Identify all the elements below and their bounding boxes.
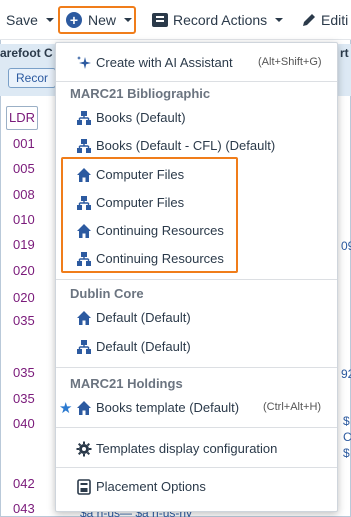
new-label: New <box>88 12 117 28</box>
menu-item-books-default[interactable]: Books (Default) <box>56 105 337 131</box>
chevron-down-icon <box>124 18 133 22</box>
plus-circle-icon: + <box>66 12 82 28</box>
shortcut-hint: (Ctrl+Alt+H) <box>263 401 322 413</box>
field-value-fragment: $ <box>343 446 350 460</box>
field-tag[interactable]: 020 <box>13 263 35 278</box>
field-tag[interactable]: 042 <box>13 476 35 491</box>
gear-icon <box>76 441 92 457</box>
menu-item-label: Books (Default - CFL) (Default) <box>96 138 276 153</box>
record-title: arefoot C <box>0 46 53 60</box>
chevron-down-icon <box>275 18 284 22</box>
field-tag[interactable]: 035 <box>13 313 35 328</box>
editing-button[interactable]: Editi <box>302 8 348 32</box>
new-button[interactable]: + New <box>58 6 136 34</box>
hierarchy-icon <box>77 139 91 153</box>
ldr-tag[interactable]: LDR <box>6 106 38 130</box>
menu-item-label: Create with AI Assistant <box>96 55 233 70</box>
menu-item-label: Books template (Default) <box>96 400 240 415</box>
hierarchy-icon <box>77 340 91 354</box>
shortcut-hint: (Alt+Shift+G) <box>258 56 322 68</box>
field-value-fragment: $ <box>343 414 350 428</box>
divider <box>56 279 337 280</box>
menu-item-label: Books (Default) <box>96 110 186 125</box>
field-tag[interactable]: 043 <box>13 501 35 516</box>
field-tag[interactable]: 020 <box>13 290 35 305</box>
chevron-down-icon <box>45 18 54 22</box>
field-tag[interactable]: 040 <box>13 416 35 431</box>
menu-item-books-cfl[interactable]: Books (Default - CFL) (Default) <box>56 133 337 159</box>
menu-item-label: Default (Default) <box>96 339 191 354</box>
menu-item-label: Default (Default) <box>96 310 191 325</box>
save-label: Save <box>6 12 38 28</box>
section-header-marc21-holdings: MARC21 Holdings <box>70 376 183 391</box>
field-tag[interactable]: 035 <box>13 391 35 406</box>
menu-item-placement-options[interactable]: Placement Options <box>56 474 337 500</box>
field-value-fragment: 09 <box>341 239 351 253</box>
divider <box>56 81 337 82</box>
home-icon <box>77 311 91 325</box>
field-tag[interactable]: 019 <box>13 237 35 252</box>
record-icon <box>152 13 168 27</box>
record-title-right: rt <box>340 46 349 60</box>
highlight-box <box>61 157 238 273</box>
star-icon[interactable]: ★ <box>59 399 72 417</box>
field-tag[interactable]: 005 <box>13 161 35 176</box>
menu-item-templates-display[interactable]: Templates display configuration <box>56 436 337 462</box>
menu-item-dc-default-2[interactable]: Default (Default) <box>56 334 337 360</box>
divider <box>56 467 337 468</box>
section-header-dublin-core: Dublin Core <box>70 286 144 301</box>
editing-label: Editi <box>321 12 349 28</box>
divider <box>56 427 337 428</box>
divider <box>56 367 337 368</box>
field-tag[interactable]: 035 <box>13 365 35 380</box>
field-value-fragment: 92 <box>341 367 351 381</box>
field-tag[interactable]: 001 <box>13 136 35 151</box>
section-header-marc21-bibliographic: MARC21 Bibliographic <box>70 86 211 101</box>
menu-item-books-template[interactable]: ★ Books template (Default) (Ctrl+Alt+H) <box>56 395 337 421</box>
placement-icon <box>77 479 91 495</box>
field-value-fragment: C <box>343 430 351 444</box>
field-tag[interactable]: 010 <box>13 212 35 227</box>
record-actions-button[interactable]: Record Actions <box>152 8 284 32</box>
pencil-icon <box>303 14 315 26</box>
menu-item-dc-default-1[interactable]: Default (Default) <box>56 305 337 331</box>
new-dropdown-menu: Create with AI Assistant (Alt+Shift+G) M… <box>55 42 338 512</box>
sparkle-icon <box>77 56 91 69</box>
save-button[interactable]: Save <box>6 8 54 32</box>
field-tag[interactable]: 008 <box>13 187 35 202</box>
menu-item-label: Templates display configuration <box>96 441 278 456</box>
home-icon <box>77 401 91 415</box>
hierarchy-icon <box>77 111 91 125</box>
record-chip[interactable]: Recor <box>8 68 56 88</box>
menu-item-label: Placement Options <box>96 479 206 494</box>
record-actions-label: Record Actions <box>173 12 268 28</box>
menu-item-create-ai[interactable]: Create with AI Assistant (Alt+Shift+G) <box>56 50 337 76</box>
